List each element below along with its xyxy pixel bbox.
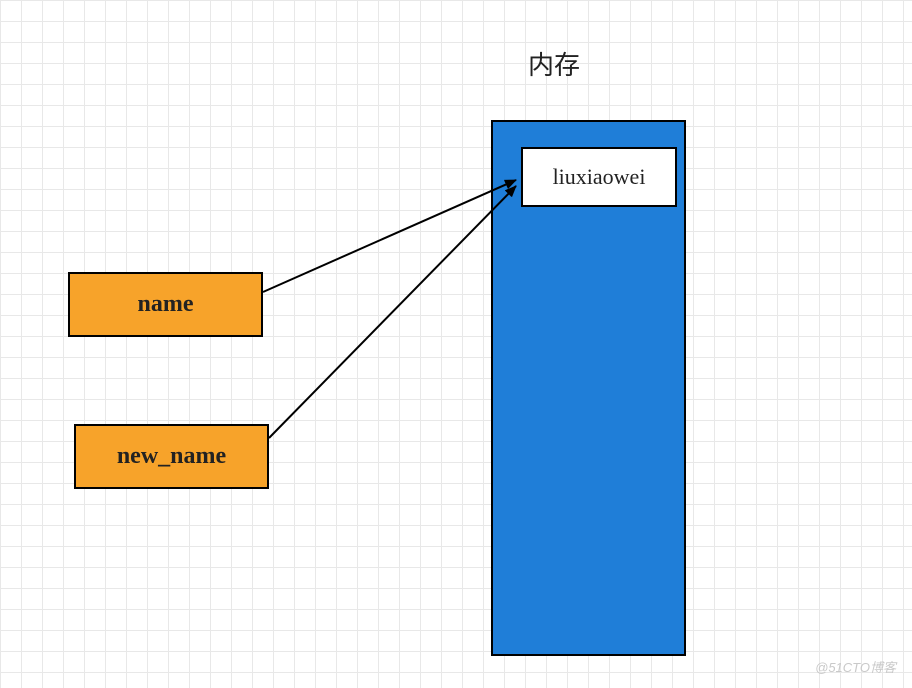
variable-name-label: name [138,291,194,318]
arrow-name-to-value [263,180,516,292]
memory-value-box: liuxiaowei [521,147,677,207]
diagram-title: 内存 [528,45,580,82]
variable-newname-label: new_name [117,443,226,470]
variable-newname-box: new_name [74,424,269,489]
variable-name-box: name [68,272,263,337]
memory-value-text: liuxiaowei [553,164,646,190]
arrow-newname-to-value [269,186,516,438]
watermark-text: @51CTO博客 [815,657,896,676]
arrows-layer [0,0,912,688]
